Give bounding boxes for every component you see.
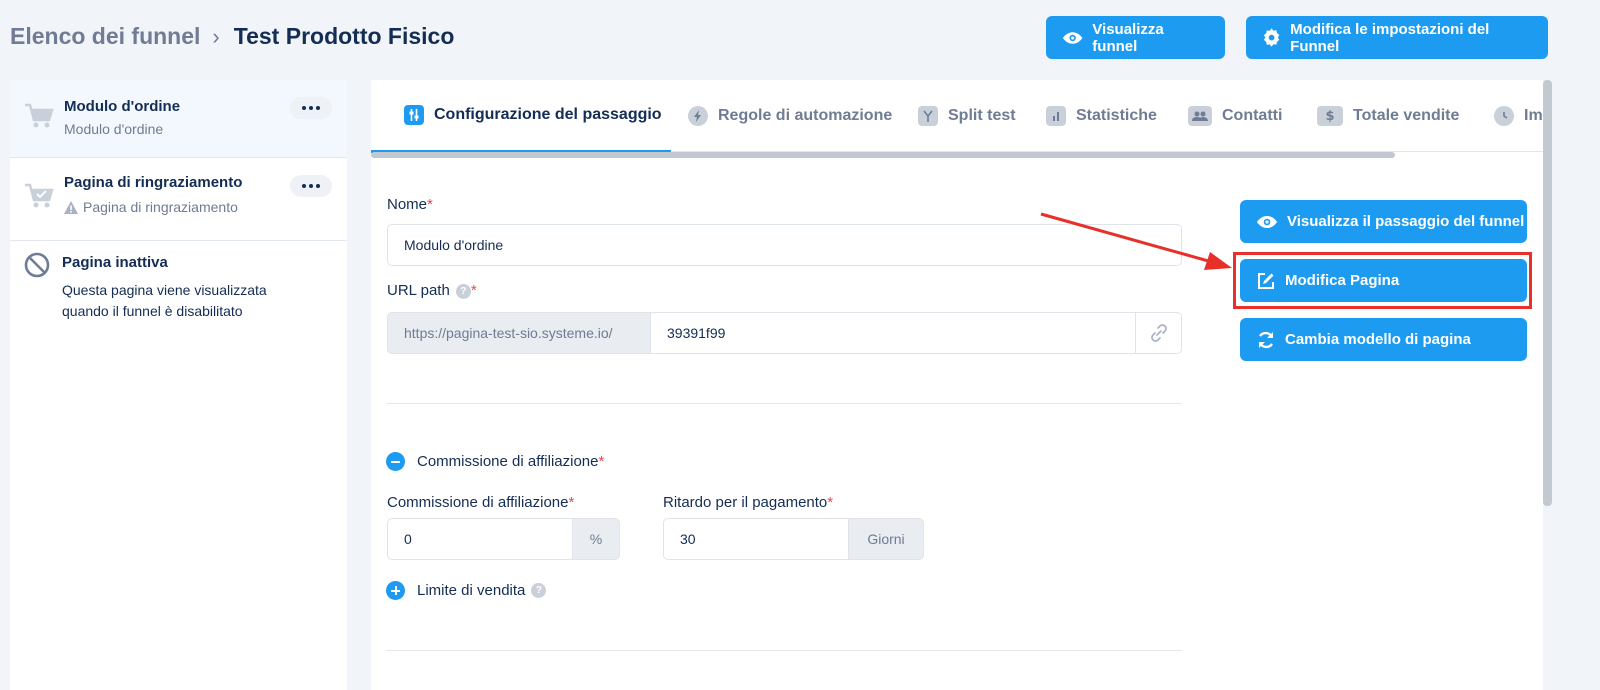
view-funnel-label: Visualizza funnel: [1092, 20, 1164, 55]
sidebar-item-thank-you[interactable]: Pagina di ringraziamento Pagina di ringr…: [10, 158, 347, 241]
tab-label: Totale vendite: [1353, 107, 1460, 124]
plus-circle-icon: [386, 581, 405, 600]
minus-circle-icon: [386, 452, 405, 471]
refresh-icon: [1258, 331, 1274, 348]
page-header: Elenco dei funnel › Test Prodotto Fisico…: [0, 0, 1600, 76]
sidebar-item-subtitle-wrap: Pagina di ringraziamento: [64, 199, 238, 215]
tab-step-configuration[interactable]: Configurazione del passaggio: [371, 80, 671, 153]
tab-automation-rules[interactable]: Regole di automazione: [688, 80, 892, 152]
step-settings-panel: Configurazione del passaggio Regole di a…: [371, 80, 1543, 690]
tabs-scrollbar[interactable]: [371, 152, 1395, 158]
eye-icon: [1062, 31, 1083, 44]
bar-chart-icon: [1046, 106, 1066, 126]
tab-label: Regole di automazione: [718, 107, 893, 124]
step-tabs: Configurazione del passaggio Regole di a…: [371, 80, 1543, 158]
view-funnel-button[interactable]: Visualizza funnel: [1046, 16, 1225, 59]
highlight-box: [1233, 252, 1532, 309]
chevron-right-icon: ›: [212, 23, 220, 49]
tab-partial[interactable]: Im: [1494, 80, 1543, 152]
affiliate-commission-toggle[interactable]: Commissione di affiliazione *: [386, 452, 604, 471]
help-icon[interactable]: ?: [531, 583, 547, 598]
divider: [386, 403, 1182, 404]
url-prefix: https://pagina-test-sio.systeme.io/: [387, 312, 651, 354]
split-icon: [918, 106, 938, 126]
tab-contacts[interactable]: Contatti: [1188, 80, 1282, 152]
sales-limit-toggle[interactable]: Limite di vendita?: [386, 581, 547, 600]
cart-icon: [25, 103, 54, 128]
affiliate-commission-input[interactable]: 0: [387, 518, 573, 560]
divider: [386, 650, 1182, 651]
breadcrumb: Elenco dei funnel › Test Prodotto Fisico: [10, 23, 454, 50]
change-template-button[interactable]: Cambia modello di pagina: [1240, 318, 1527, 361]
sidebar-item-title: Modulo d'ordine: [64, 98, 181, 115]
eye-icon: [1257, 215, 1277, 228]
warning-icon: [64, 201, 78, 214]
page-title: Test Prodotto Fisico: [233, 23, 455, 49]
help-icon[interactable]: ?: [455, 283, 471, 299]
sidebar-item-order-form[interactable]: Modulo d'ordine Modulo d'ordine: [10, 80, 347, 158]
ban-icon: [24, 252, 50, 278]
link-icon: [1150, 324, 1167, 342]
tab-label: Configurazione del passaggio: [434, 106, 662, 123]
sidebar-item-title: Pagina inattiva: [62, 254, 168, 271]
payment-delay-label: Ritardo per il pagamento*: [663, 494, 834, 511]
affiliate-commission-label: Commissione di affiliazione*: [387, 494, 575, 511]
tab-split-test[interactable]: Split test: [918, 80, 1016, 152]
funnel-settings-button[interactable]: Modifica le impostazioni del Funnel: [1246, 16, 1548, 59]
users-icon: [1188, 106, 1212, 126]
view-funnel-step-button[interactable]: Visualizza il passaggio del funnel: [1240, 200, 1527, 243]
tab-label: Im: [1524, 107, 1543, 124]
sidebar-item-description: Questa pagina viene visualizzata quando …: [62, 282, 267, 319]
funnel-steps-sidebar: Modulo d'ordine Modulo d'ordine Pagina d…: [10, 80, 347, 690]
bolt-icon: [688, 106, 708, 126]
copy-link-button[interactable]: [1135, 312, 1182, 354]
clock-icon: [1494, 106, 1514, 126]
sidebar-item-inactive-page[interactable]: Pagina inattiva Questa pagina viene visu…: [10, 241, 347, 331]
tab-label: Split test: [948, 107, 1016, 124]
more-options-button[interactable]: [290, 175, 332, 197]
breadcrumb-funnel-list-link[interactable]: Elenco dei funnel: [10, 23, 200, 50]
name-label: Nome*: [387, 196, 433, 213]
cart-check-icon: [25, 183, 54, 208]
sliders-icon: [404, 105, 424, 125]
sidebar-item-subtitle: Modulo d'ordine: [64, 121, 164, 137]
tab-label: Statistiche: [1076, 107, 1157, 124]
url-path-label: URL path? *: [387, 282, 477, 299]
more-options-button[interactable]: [290, 97, 332, 119]
sidebar-item-subtitle: Pagina di ringraziamento: [83, 199, 238, 215]
funnel-settings-label: Modifica le impostazioni del Funnel: [1290, 20, 1490, 55]
url-path-input[interactable]: 39391f99: [650, 312, 1136, 354]
payment-delay-input[interactable]: 30: [663, 518, 849, 560]
dollar-icon: $: [1317, 106, 1343, 126]
page-scrollbar[interactable]: [1543, 80, 1552, 506]
days-addon: Giorni: [848, 518, 924, 560]
percent-addon: %: [572, 518, 620, 560]
tab-label: Contatti: [1222, 107, 1283, 124]
tab-total-sales[interactable]: $ Totale vendite: [1317, 80, 1459, 152]
sidebar-item-title: Pagina di ringraziamento: [64, 174, 243, 191]
tab-statistics[interactable]: Statistiche: [1046, 80, 1157, 152]
gear-icon: [1263, 27, 1280, 47]
name-input[interactable]: Modulo d'ordine: [387, 224, 1182, 266]
